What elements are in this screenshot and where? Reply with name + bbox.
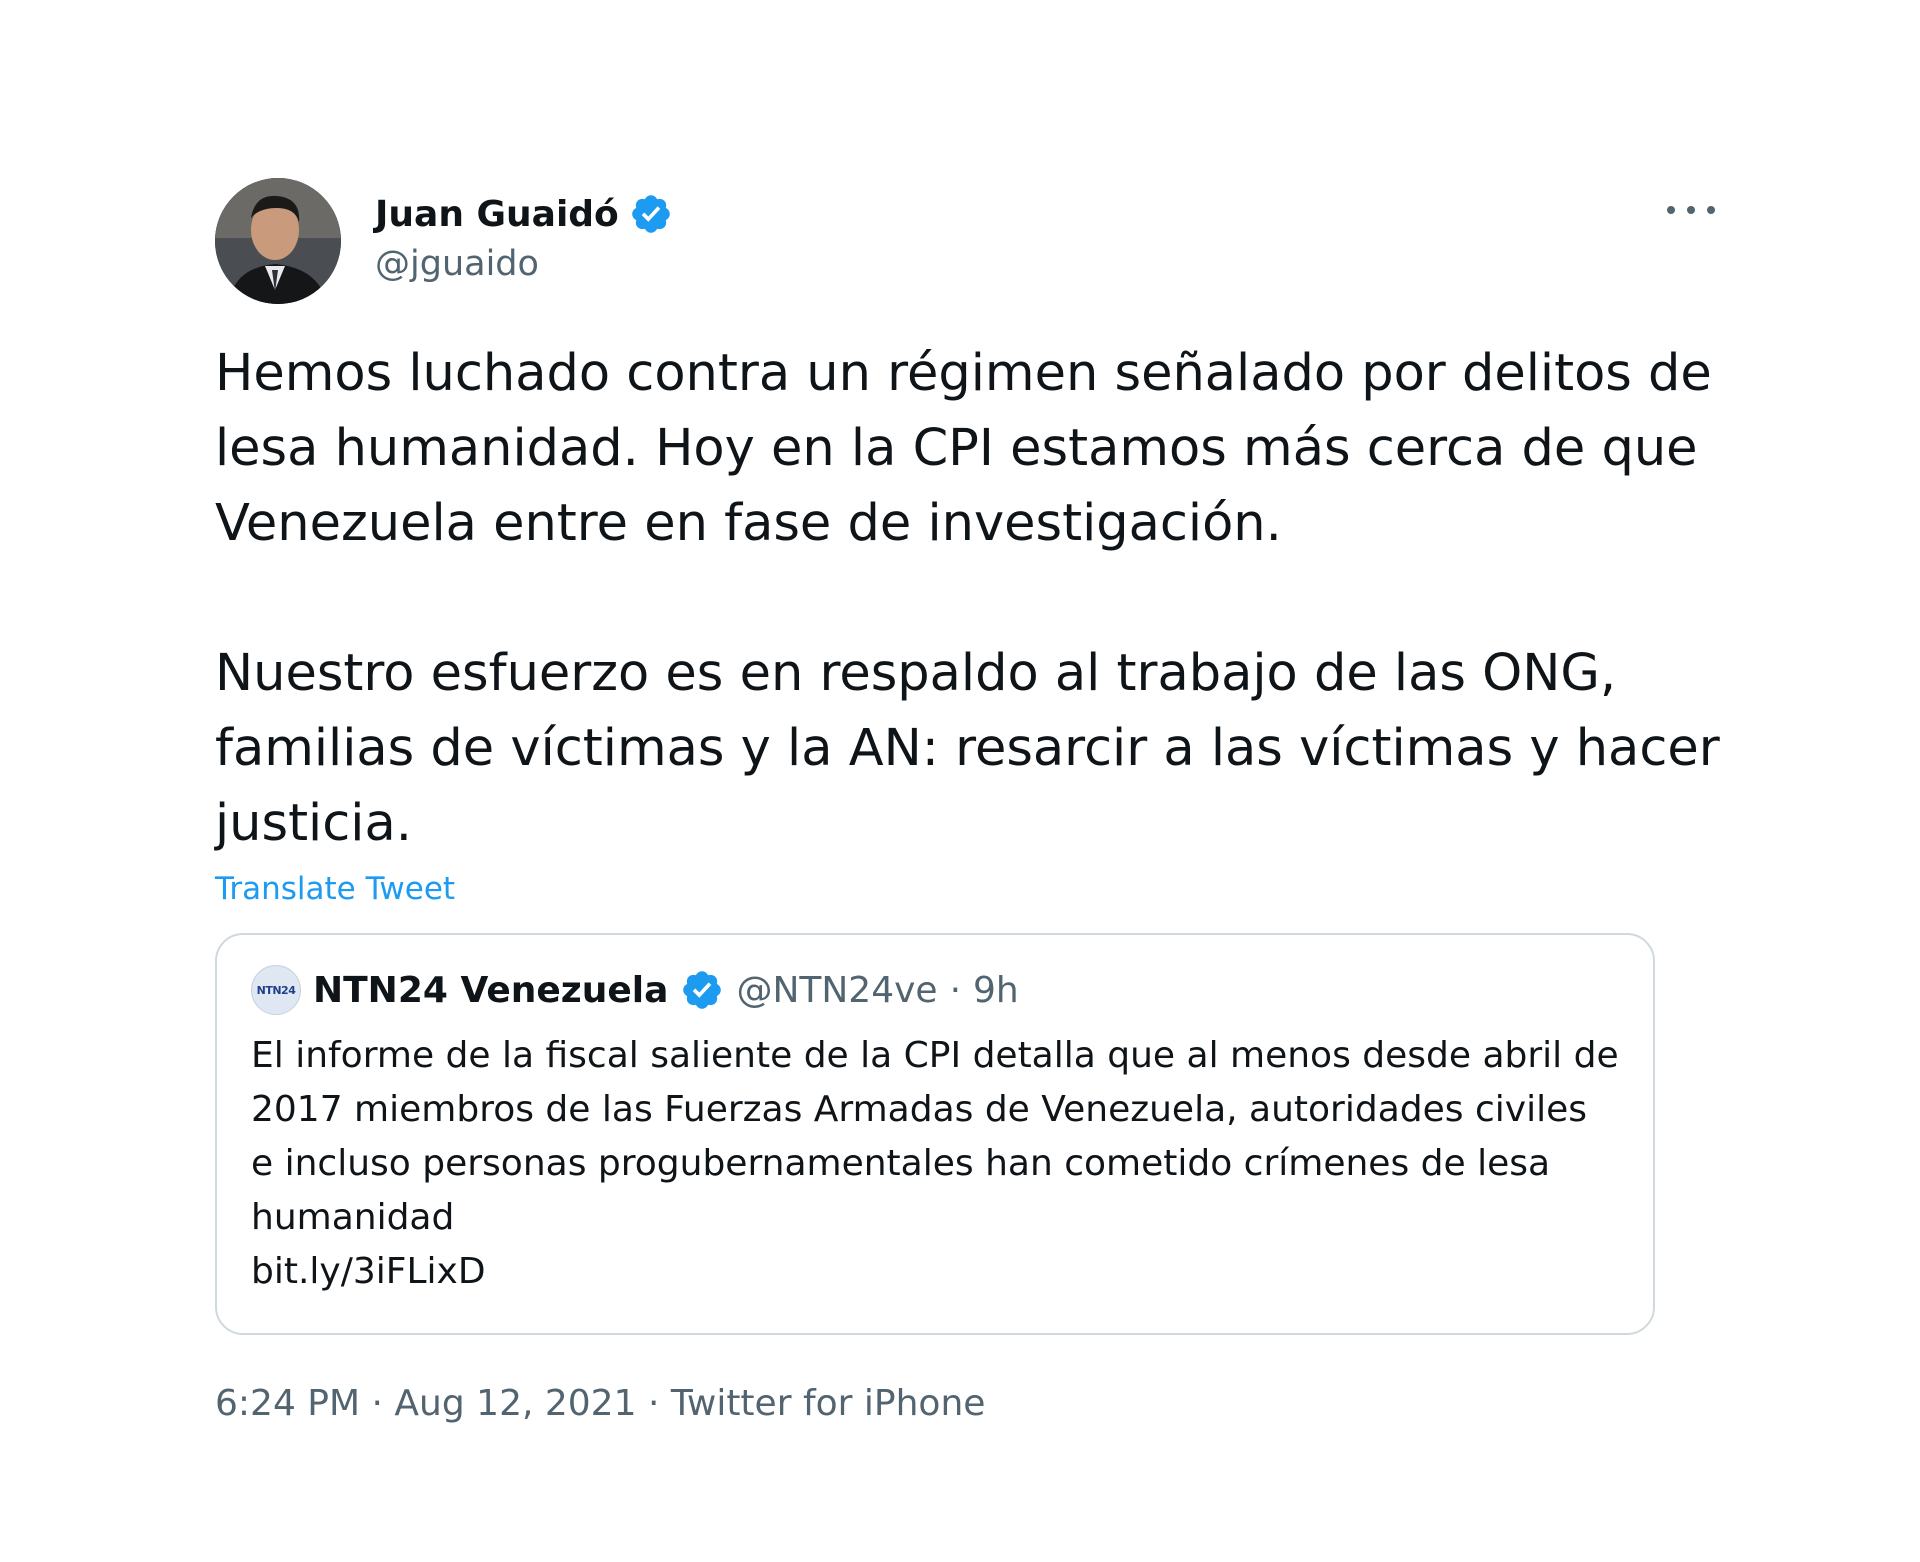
meta-separator: ·: [647, 1383, 660, 1424]
profile-photo-icon: [215, 178, 341, 304]
quoted-handle: @NTN24ve: [736, 969, 938, 1011]
quoted-tweet-text: El informe de la fiscal saliente de la C…: [251, 1035, 1619, 1238]
tweet-source[interactable]: Twitter for iPhone: [671, 1383, 986, 1424]
tweet-paragraph: Nuestro esfuerzo es en respaldo al traba…: [215, 644, 1720, 853]
meta-separator: ·: [371, 1383, 383, 1424]
tweet-paragraph: Hemos luchado contra un régimen señalado…: [215, 344, 1712, 553]
tweet-header: Juan Guaidó @jguaido: [215, 178, 1725, 308]
quoted-display-name: NTN24 Venezuela: [313, 969, 669, 1011]
more-options-icon[interactable]: [1667, 196, 1715, 224]
display-name-row: Juan Guaidó: [375, 188, 673, 240]
verified-badge-icon: [632, 195, 670, 233]
quoted-separator: ·: [949, 969, 962, 1011]
avatar[interactable]: [215, 178, 341, 304]
verified-badge-icon: [683, 971, 722, 1009]
quoted-timestamp: 9h: [973, 969, 1019, 1011]
author-display-name[interactable]: Juan Guaidó: [375, 194, 619, 235]
tweet-text: Hemos luchado contra un régimen señalado…: [215, 336, 1725, 861]
author-names: Juan Guaidó @jguaido: [375, 188, 673, 284]
translate-tweet-link[interactable]: Translate Tweet: [215, 871, 455, 907]
quoted-avatar-logo: NTN24: [256, 983, 296, 997]
tweet-date[interactable]: Aug 12, 2021: [394, 1383, 636, 1424]
quoted-tweet-link[interactable]: bit.ly/3iFLixD: [251, 1245, 1619, 1299]
quoted-avatar: NTN24: [251, 965, 301, 1015]
quoted-tweet[interactable]: NTN24 NTN24 Venezuela @NTN24ve · 9h El i…: [215, 933, 1655, 1335]
more-dot: [1707, 206, 1715, 214]
more-dot: [1687, 206, 1695, 214]
quoted-tweet-header: NTN24 NTN24 Venezuela @NTN24ve · 9h: [251, 965, 1619, 1015]
author-handle[interactable]: @jguaido: [375, 244, 673, 284]
more-dot: [1667, 206, 1675, 214]
tweet-card: Juan Guaidó @jguaido Hemos luchado contr…: [215, 178, 1725, 1424]
tweet-metadata: 6:24 PM · Aug 12, 2021 · Twitter for iPh…: [215, 1383, 1725, 1424]
tweet-time[interactable]: 6:24 PM: [215, 1383, 360, 1424]
